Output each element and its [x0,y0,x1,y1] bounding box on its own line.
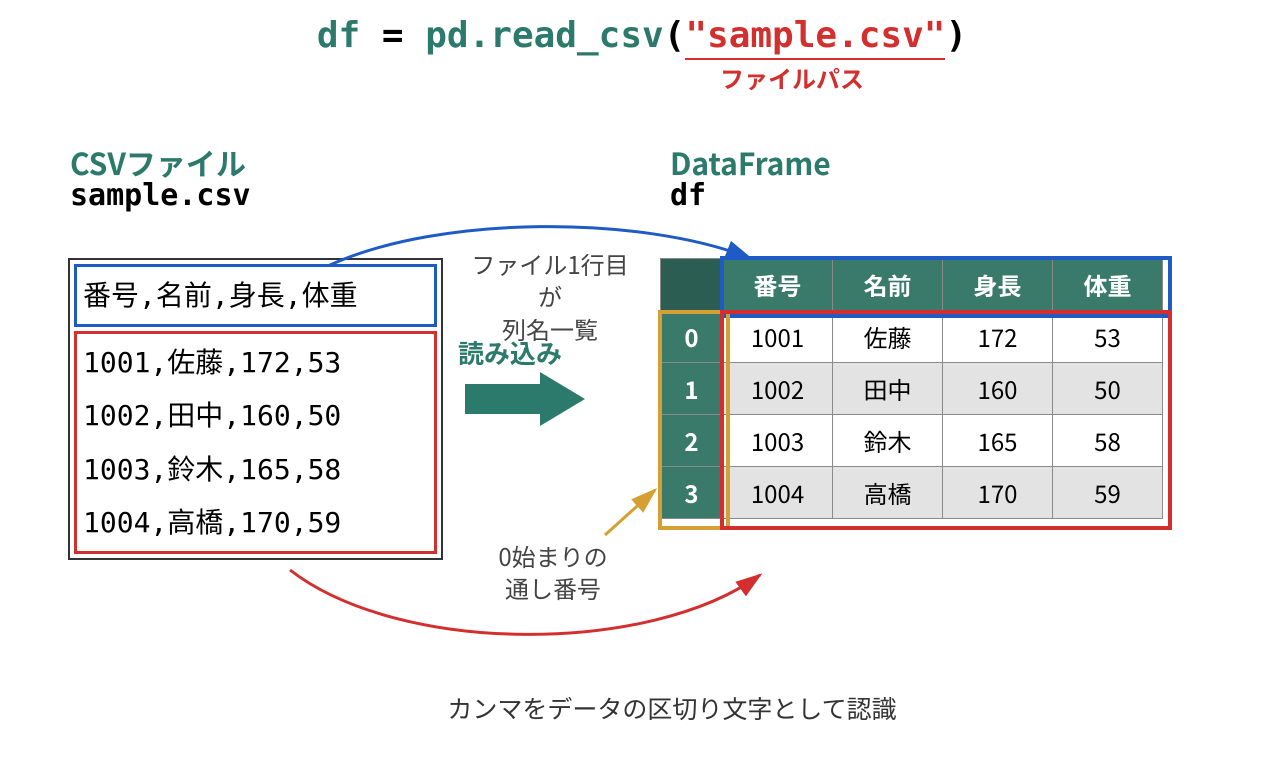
df-corner [661,259,723,311]
csv-file-box: 番号,名前,身長,体重 1001,佐藤,172,53 1002,田中,160,5… [68,258,443,560]
code-fn: read_csv [490,15,663,56]
df-col-header: 番号 [723,259,833,311]
df-index: 2 [661,415,723,467]
df-cell: 165 [943,415,1053,467]
csv-header-line-box: 番号,名前,身長,体重 [74,264,437,327]
annotation-first-line-is-header: ファイル1行目が列名一覧 [460,248,640,345]
code-line: df = pd.read_csv("sample.csv") [0,15,1284,56]
df-cell: 1003 [723,415,833,467]
df-col-header: 体重 [1053,259,1163,311]
annotation-zero-based-index: 0始まりの通し番号 [478,540,628,605]
df-row: 1 1002 田中 160 50 [661,363,1163,415]
df-index: 1 [661,363,723,415]
df-row: 3 1004 高橋 170 59 [661,467,1163,519]
code-rparen: ) [945,15,967,56]
df-varname: df [670,178,706,213]
df-col-header: 身長 [943,259,1053,311]
df-cell: 田中 [833,363,943,415]
dataframe-table: 番号 名前 身長 体重 0 1001 佐藤 172 53 1 1002 田中 1… [660,258,1163,519]
df-index: 0 [661,311,723,363]
df-cell: 50 [1053,363,1163,415]
df-cell: 高橋 [833,467,943,519]
csv-row: 1003,鈴木,165,58 [83,443,428,496]
df-cell: 58 [1053,415,1163,467]
annotation-comma-delimiter: カンマをデータの区切り文字として認識 [0,690,1284,726]
df-cell: 1001 [723,311,833,363]
csv-filename: sample.csv [70,178,251,213]
code-eq: = [360,15,425,56]
filepath-label: ファイルパス [0,60,1284,95]
df-cell: 160 [943,363,1053,415]
code-var: df [317,15,360,56]
df-col-header: 名前 [833,259,943,311]
df-cell: 佐藤 [833,311,943,363]
big-arrow-icon [465,372,585,426]
code-dot: . [469,15,491,56]
diagram-canvas: df = pd.read_csv("sample.csv") ファイルパス CS… [0,0,1284,776]
df-row: 0 1001 佐藤 172 53 [661,311,1163,363]
df-cell: 1004 [723,467,833,519]
df-cell: 59 [1053,467,1163,519]
csv-row: 1004,高橋,170,59 [83,496,428,549]
df-cell: 鈴木 [833,415,943,467]
code-arg: "sample.csv" [685,15,945,56]
df-row: 2 1003 鈴木 165 58 [661,415,1163,467]
df-cell: 172 [943,311,1053,363]
csv-row: 1002,田中,160,50 [83,389,428,442]
df-cell: 1002 [723,363,833,415]
df-index: 3 [661,467,723,519]
annotation-load: 読み込み [458,335,562,370]
code-module: pd [425,15,468,56]
code-lparen: ( [664,15,686,56]
csv-row: 1001,佐藤,172,53 [83,336,428,389]
csv-data-box: 1001,佐藤,172,53 1002,田中,160,50 1003,鈴木,16… [74,331,437,554]
df-cell: 170 [943,467,1053,519]
df-cell: 53 [1053,311,1163,363]
csv-header-line: 番号,名前,身長,体重 [83,269,428,322]
